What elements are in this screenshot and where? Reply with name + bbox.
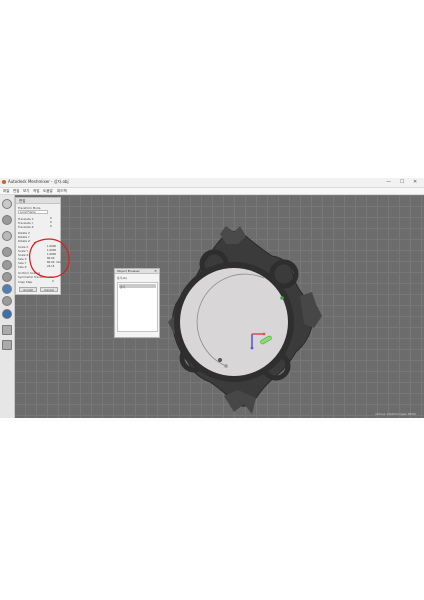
gizmo-z-handle[interactable] <box>250 346 254 350</box>
meshmixer-window: Autodesk Meshmixer - 상자.obj — ☐ ✕ 파일 편집 … <box>0 178 424 418</box>
status-text: vertices: 44160 triangles: 88316 <box>375 413 416 416</box>
minimize-button[interactable]: — <box>386 179 391 185</box>
object-browser-close-icon[interactable]: ✕ <box>154 269 157 274</box>
object-browser-header: 상자.obj <box>117 277 127 280</box>
menu-bar: 파일 편집 보기 작업 도움말 피드백 <box>0 188 424 195</box>
menu-edit[interactable]: 편집 <box>13 189 19 194</box>
menu-file[interactable]: 파일 <box>3 189 9 194</box>
plus-icon[interactable] <box>2 199 12 209</box>
maximize-button[interactable]: ☐ <box>400 179 404 185</box>
menu-help[interactable]: 도움말 <box>43 189 53 194</box>
mesh-dot <box>218 358 222 362</box>
title-bar: Autodesk Meshmixer - 상자.obj — ☐ ✕ <box>0 178 424 188</box>
translate-x-value[interactable]: 0 <box>50 217 52 220</box>
shaders-icon[interactable] <box>2 309 12 319</box>
transform-mode-value: Local Frame <box>20 211 36 214</box>
snap-step-label: Snap Step <box>18 280 33 284</box>
menu-actions[interactable]: 작업 <box>33 189 39 194</box>
snap-step-value[interactable]: 0 <box>52 280 54 283</box>
menu-view[interactable]: 보기 <box>23 189 29 194</box>
analysis-icon[interactable] <box>2 296 12 306</box>
left-toolbar <box>0 195 15 418</box>
mesh-plate <box>180 268 288 376</box>
app-logo-icon <box>2 180 6 184</box>
red-annotation-circle <box>29 238 70 278</box>
panel-title: 편집 <box>16 198 60 204</box>
sculpt-icon[interactable] <box>2 260 12 270</box>
3d-viewport[interactable]: vertices: 44160 triangles: 88316 <box>14 195 424 418</box>
stamp-icon[interactable] <box>2 272 12 282</box>
window-title: Autodesk Meshmixer - 상자.obj <box>8 179 69 184</box>
edit-icon[interactable] <box>2 284 12 294</box>
object-browser-title: Object Browser <box>115 269 159 274</box>
object-name: 상자 <box>120 285 125 289</box>
translate-z-label: Translate Z <box>18 225 34 229</box>
export-icon[interactable] <box>2 325 12 335</box>
object-list-item[interactable]: 상자 <box>119 284 156 289</box>
gizmo-x-handle[interactable] <box>262 332 266 336</box>
mesh-dot <box>224 364 228 368</box>
menu-feedback[interactable]: 피드백 <box>57 189 67 194</box>
accept-button[interactable]: Accept <box>19 287 37 292</box>
object-browser-panel: Object Browser ✕ 상자.obj 상자 <box>114 268 160 338</box>
transform-mode-select[interactable]: Local Frame <box>18 210 48 214</box>
object-list: 상자 <box>117 282 158 332</box>
meshmix-icon[interactable] <box>2 231 12 241</box>
translate-z-value[interactable]: 0 <box>50 225 52 228</box>
gizmo-green-point[interactable] <box>280 296 284 300</box>
close-button[interactable]: ✕ <box>413 179 417 185</box>
mesh-model[interactable] <box>164 226 339 416</box>
select-icon[interactable] <box>2 247 12 257</box>
import-icon[interactable] <box>2 215 12 225</box>
cancel-button[interactable]: Cancel <box>40 287 58 292</box>
print-icon[interactable] <box>2 340 12 350</box>
translate-y-value[interactable]: 0 <box>50 221 52 224</box>
